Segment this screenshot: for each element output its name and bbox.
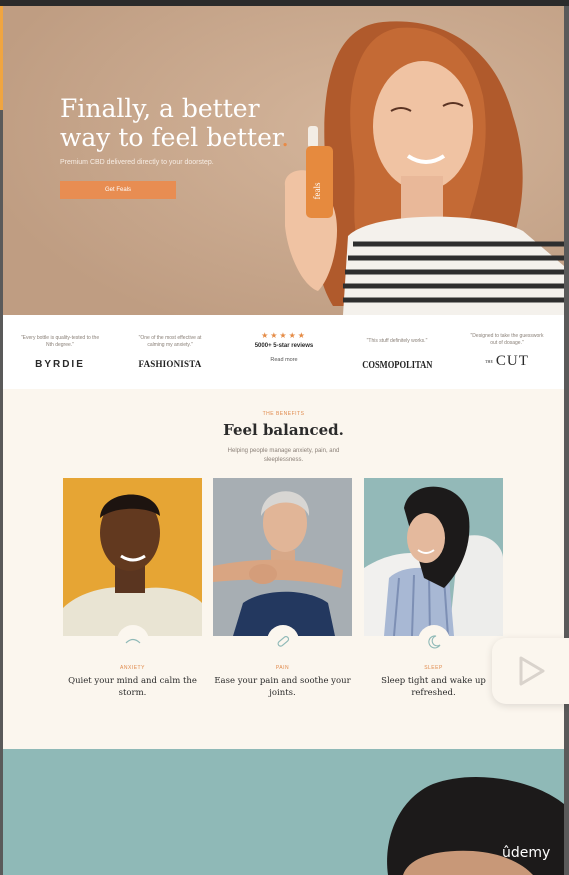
sleep-label: SLEEP bbox=[424, 665, 443, 671]
anxiety-text[interactable]: Quiet your mind and calm the storm. bbox=[63, 675, 202, 699]
benefits-title: Feel balanced. bbox=[223, 421, 344, 439]
reviews-count: 5000+ 5-star reviews bbox=[254, 343, 314, 349]
press-quote: "One of the most effective at calming my… bbox=[138, 335, 202, 348]
press-item-the-cut: "Designed to take the guesswork out of d… bbox=[467, 315, 547, 389]
anxiety-badge bbox=[117, 625, 149, 657]
press-quote: "This stuff definitely works." bbox=[366, 338, 428, 344]
cosmopolitan-logo-wrap: COSMOPOLITAN bbox=[353, 355, 441, 373]
five-star-rating: ★★★★★ bbox=[261, 331, 307, 340]
teal-section bbox=[3, 749, 564, 875]
hero-title-dot: . bbox=[281, 123, 290, 152]
sleep-badge bbox=[418, 625, 450, 657]
press-quote: "Every bottle is quality-tested to the N… bbox=[20, 335, 100, 348]
video-play-button[interactable] bbox=[492, 638, 569, 704]
pain-badge bbox=[267, 625, 299, 657]
the-cut-logo: THE CUT bbox=[467, 353, 547, 370]
moon-icon bbox=[428, 635, 441, 649]
anxiety-card-photo[interactable] bbox=[63, 478, 202, 636]
stretching-woman-photo bbox=[213, 478, 352, 636]
pain-label: PAIN bbox=[275, 665, 290, 671]
press-strip: "Every bottle is quality-tested to the N… bbox=[3, 315, 564, 389]
press-item-byrdie: "Every bottle is quality-tested to the N… bbox=[17, 315, 103, 389]
man-head-photo bbox=[387, 776, 564, 875]
udemy-watermark: ûdemy bbox=[502, 845, 551, 861]
sleep-text[interactable]: Sleep tight and wake up refreshed. bbox=[364, 675, 503, 699]
hero-subtitle: Premium CBD delivered directly to your d… bbox=[60, 159, 214, 166]
the-cut-logo-small: THE bbox=[485, 359, 493, 365]
anxiety-label: ANXIETY bbox=[120, 665, 145, 671]
cosmopolitan-logo: COSMOPOLITAN bbox=[361, 360, 433, 371]
hero-title-text: Finally, a better way to feel better bbox=[60, 94, 282, 152]
wave-icon bbox=[125, 638, 141, 644]
byrdie-logo: BYRDIE bbox=[35, 359, 85, 370]
fashionista-logo: FASHIONISTA bbox=[138, 359, 202, 369]
the-cut-logo-main: CUT bbox=[495, 353, 529, 369]
benefits-subtitle: Helping people manage anxiety, pain, and… bbox=[227, 448, 340, 463]
benefits-section: THE BENEFITS Feel balanced. Helping peop… bbox=[3, 389, 564, 749]
bandage-icon bbox=[277, 636, 290, 647]
pain-card-photo[interactable] bbox=[213, 478, 352, 636]
get-feals-button[interactable]: Get Feals bbox=[60, 181, 176, 199]
press-item-reviews: ★★★★★ 5000+ 5-star reviews Read more bbox=[235, 315, 333, 389]
read-more-link[interactable]: Read more bbox=[235, 357, 333, 363]
smiling-man-photo bbox=[63, 478, 202, 636]
hero-section: feals Finally, a better way to feel bett… bbox=[3, 6, 564, 315]
bottle-label: feals bbox=[312, 182, 322, 199]
benefits-eyebrow: THE BENEFITS bbox=[262, 411, 305, 417]
sleep-card-photo[interactable] bbox=[364, 478, 503, 636]
press-item-cosmopolitan: "This stuff definitely works." COSMOPOLI… bbox=[353, 315, 441, 389]
press-quote: "Designed to take the guesswork out of d… bbox=[470, 333, 544, 346]
hero-title: Finally, a better way to feel better. bbox=[60, 94, 300, 152]
landing-page: feals Finally, a better way to feel bett… bbox=[3, 6, 564, 875]
play-icon bbox=[519, 656, 544, 686]
press-item-fashionista: "One of the most effective at calming my… bbox=[130, 315, 210, 389]
pain-text[interactable]: Ease your pain and soothe your joints. bbox=[213, 675, 352, 699]
waking-woman-photo bbox=[364, 478, 503, 636]
